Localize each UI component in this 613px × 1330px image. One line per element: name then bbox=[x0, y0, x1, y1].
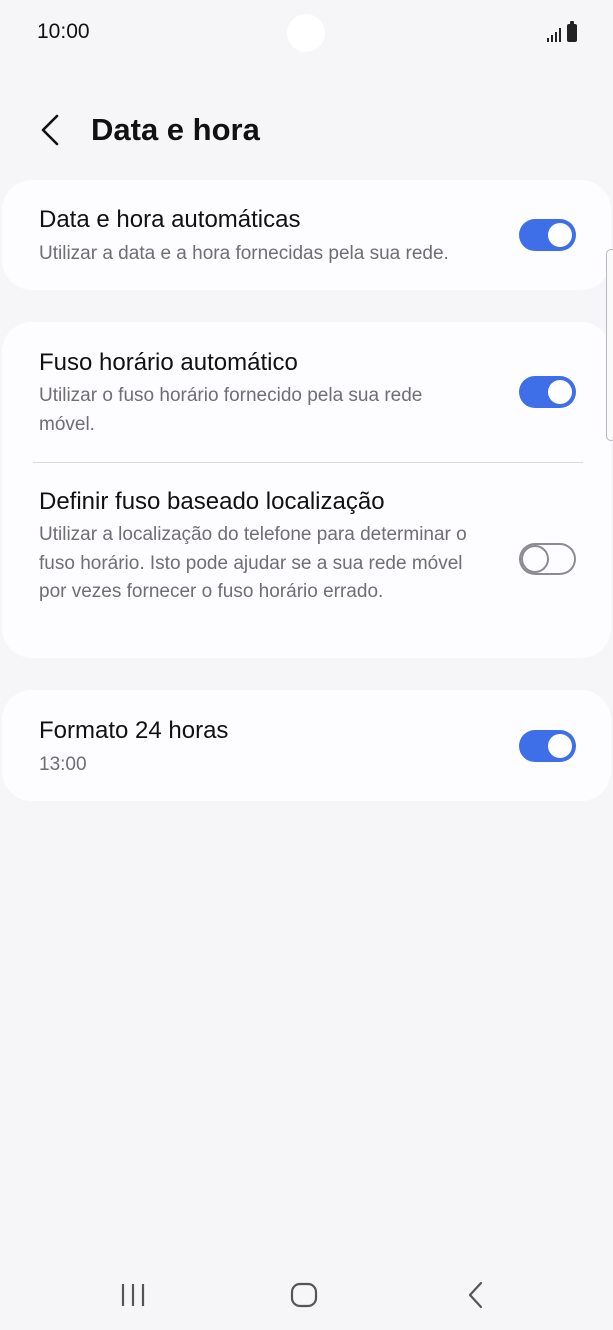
setting-row-auto-datetime[interactable]: Data e hora automáticas Utilizar a data … bbox=[2, 180, 611, 290]
nav-back-button[interactable] bbox=[436, 1265, 516, 1325]
setting-row-location-timezone[interactable]: Definir fuso baseado localização Utiliza… bbox=[2, 463, 611, 658]
setting-title: Formato 24 horas bbox=[39, 717, 229, 744]
camera-cutout bbox=[287, 14, 325, 52]
home-icon bbox=[290, 1282, 318, 1308]
recent-apps-button[interactable] bbox=[93, 1265, 173, 1325]
location-timezone-toggle[interactable] bbox=[519, 543, 576, 575]
setting-subtitle: Utilizar a data e a hora fornecidas pela… bbox=[39, 243, 449, 264]
chevron-left-icon bbox=[41, 114, 59, 146]
navigation-bar bbox=[0, 1265, 613, 1325]
setting-subtitle: Utilizar a localização do telefone para … bbox=[39, 524, 467, 602]
recent-apps-icon bbox=[121, 1284, 145, 1306]
settings-card-auto-datetime: Data e hora automáticas Utilizar a data … bbox=[2, 180, 611, 290]
setting-subtitle: Utilizar o fuso horário fornecido pela s… bbox=[39, 385, 423, 435]
back-button[interactable] bbox=[30, 108, 70, 152]
status-icons bbox=[547, 21, 577, 42]
setting-subtitle: 13:00 bbox=[39, 754, 87, 775]
setting-row-24h-format[interactable]: Formato 24 horas 13:00 bbox=[2, 690, 611, 801]
home-button[interactable] bbox=[264, 1265, 344, 1325]
settings-card-timezone: Fuso horário automático Utilizar o fuso … bbox=[2, 322, 611, 658]
setting-row-auto-timezone[interactable]: Fuso horário automático Utilizar o fuso … bbox=[2, 322, 611, 462]
setting-title: Data e hora automáticas bbox=[39, 206, 301, 233]
status-bar: 10:00 bbox=[0, 0, 613, 66]
battery-icon bbox=[567, 21, 577, 42]
page-title: Data e hora bbox=[91, 112, 260, 147]
status-time: 10:00 bbox=[37, 20, 90, 43]
app-header: Data e hora bbox=[0, 100, 613, 160]
setting-title: Fuso horário automático bbox=[39, 349, 298, 376]
auto-datetime-toggle[interactable] bbox=[519, 219, 576, 251]
setting-title: Definir fuso baseado localização bbox=[39, 488, 385, 515]
auto-timezone-toggle[interactable] bbox=[519, 376, 576, 408]
24h-format-toggle[interactable] bbox=[519, 730, 576, 762]
settings-card-24h-format: Formato 24 horas 13:00 bbox=[2, 690, 611, 801]
signal-icon bbox=[547, 26, 561, 42]
scroll-handle[interactable] bbox=[606, 249, 613, 441]
back-icon bbox=[468, 1281, 483, 1309]
screen: 10:00 Data e hora Data e hora automática… bbox=[0, 0, 613, 1330]
